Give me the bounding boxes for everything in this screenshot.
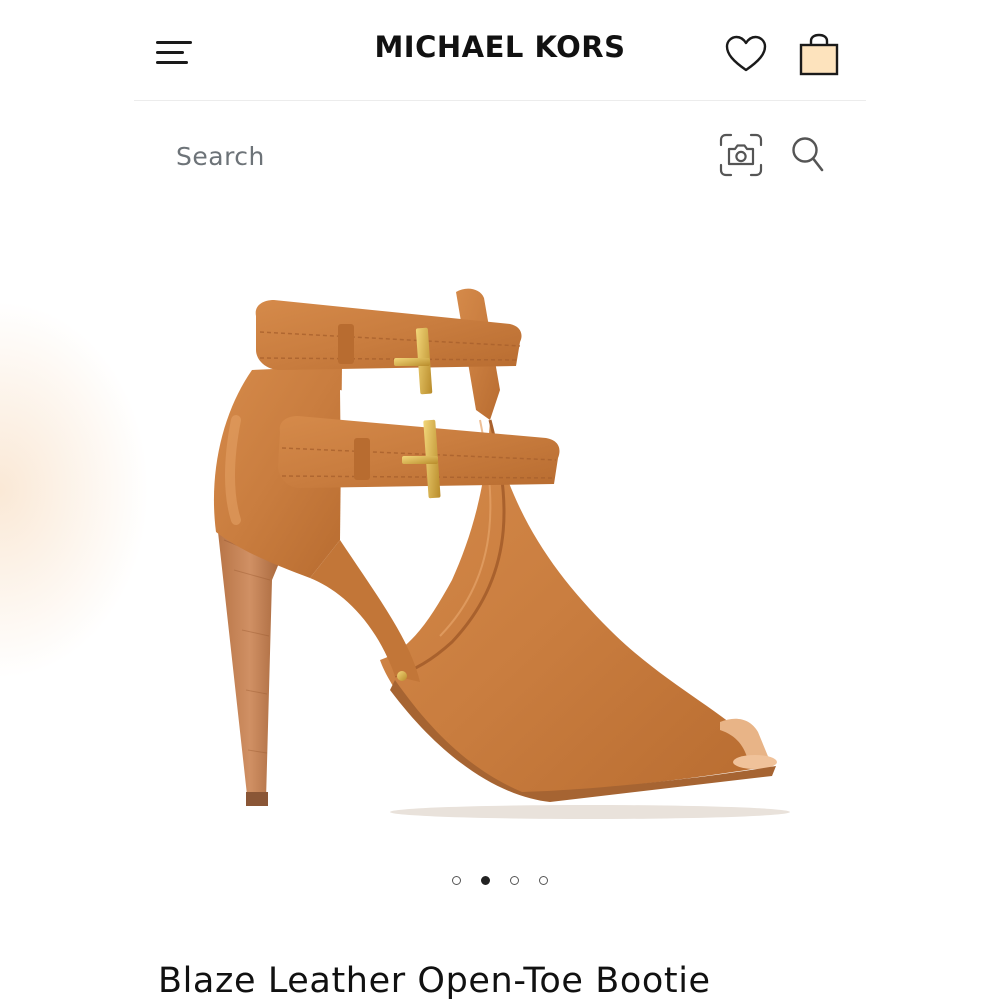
heart-icon[interactable]	[724, 34, 768, 74]
search-bar	[134, 112, 866, 198]
shopping-bag-icon[interactable]	[796, 32, 842, 78]
edge-glow	[0, 300, 150, 680]
search-icon[interactable]	[790, 134, 826, 174]
carousel-dot-active[interactable]	[481, 876, 490, 885]
carousel-dots	[0, 876, 1000, 890]
top-header: MICHAEL KORS	[134, 0, 866, 101]
camera-icon[interactable]	[718, 132, 764, 178]
product-page: MICHAEL KORS Search Blaze Leather Open-T…	[0, 0, 1000, 1000]
carousel-dot[interactable]	[539, 876, 548, 885]
search-input[interactable]	[174, 132, 698, 180]
product-title: Blaze Leather Open-Toe Bootie	[158, 961, 711, 1000]
product-image[interactable]	[190, 270, 810, 830]
carousel-dot[interactable]	[452, 876, 461, 885]
carousel-dot[interactable]	[510, 876, 519, 885]
